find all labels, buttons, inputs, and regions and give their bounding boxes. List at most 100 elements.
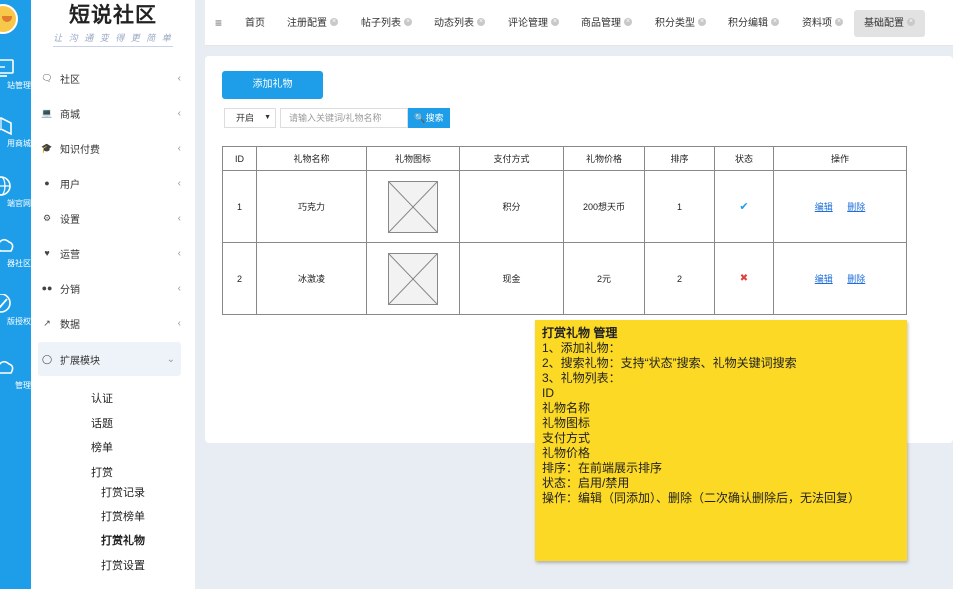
delete-link[interactable]: 删除	[847, 202, 865, 212]
edit-link[interactable]: 编辑	[815, 202, 833, 212]
close-icon[interactable]: ×	[330, 18, 338, 27]
chevron-left-icon: ‹	[177, 247, 181, 259]
sidebar-sub-item-reward-gifts[interactable]: 打赏礼物	[101, 532, 145, 548]
close-icon[interactable]: ×	[477, 18, 485, 27]
rail-item-label: 站管理	[7, 81, 31, 90]
sidebar-item-label: 社区	[60, 74, 80, 86]
search-button[interactable]: 🔍搜索	[408, 108, 450, 128]
close-icon[interactable]: ×	[907, 18, 915, 27]
tab-feed-list[interactable]: 动态列表 ×	[434, 10, 485, 37]
monitor-icon	[0, 59, 14, 77]
check-icon[interactable]: ✔	[739, 201, 748, 213]
search-icon: 🔍	[414, 113, 426, 123]
sidebar-sub-item-reward-ranking[interactable]: 打赏榜单	[101, 508, 145, 524]
rail-item-manage[interactable]: 管理	[0, 358, 31, 391]
note-line: 1、添加礼物：	[542, 341, 621, 355]
sidebar-sub-item-ranking[interactable]: 榜单	[91, 439, 113, 455]
note-line: 排序：在前端展示排序	[542, 461, 663, 475]
sidebar-item-label: 用户	[60, 179, 80, 191]
logo-title: 短说社区	[69, 3, 157, 27]
sidebar-item-data[interactable]: ↗ 数据 ‹	[39, 306, 181, 340]
sidebar-item-users[interactable]: ● 用户 ‹	[39, 166, 181, 200]
logo[interactable]: 短说社区 让 沟 通 变 得 更 简 单	[31, 2, 195, 54]
tab-post-list[interactable]: 帖子列表 ×	[361, 10, 412, 37]
status-select[interactable]: 开启 ▼	[224, 108, 276, 128]
rail-item-website[interactable]: 端官网	[0, 176, 31, 209]
sidebar-item-extensions[interactable]: ◯ 扩展模块 ⌄	[38, 342, 181, 376]
column-header: 排序	[644, 146, 715, 171]
sidebar-sub-item-reward-settings[interactable]: 打赏设置	[101, 557, 145, 573]
sidebar-sub-item-verify[interactable]: 认证	[91, 390, 113, 406]
sidebar-item-distribution[interactable]: ●● 分销 ‹	[39, 271, 181, 305]
sidebar-sub-item-topic[interactable]: 话题	[91, 415, 113, 431]
note-line: 3、礼物列表：	[542, 371, 621, 385]
menu-toggle-icon[interactable]: ≡	[215, 16, 222, 30]
logo-subtitle: 让 沟 通 变 得 更 简 单	[53, 31, 173, 47]
sidebar-sub-item-reward[interactable]: 打赏	[91, 464, 113, 480]
note-line: 礼物图标	[542, 416, 591, 430]
sidebar-item-label: 数据	[60, 319, 80, 331]
caret-down-icon: ▼	[264, 114, 271, 121]
box-icon	[0, 117, 12, 136]
annotation-note: 打赏礼物 管理 1、添加礼物： 2、搜索礼物：支持“状态”搜索、礼物关键词搜索 …	[535, 320, 907, 561]
sidebar-item-mall[interactable]: 💻 商城 ‹	[39, 96, 181, 130]
cell-status: ✔	[714, 170, 774, 243]
delete-link[interactable]: 删除	[847, 274, 865, 284]
tab-home[interactable]: 首页	[245, 10, 265, 37]
column-header: 礼物图标	[366, 146, 460, 171]
search-input[interactable]	[280, 108, 408, 128]
rail-item-label: 版授权	[7, 317, 31, 326]
sidebar-sub-item-reward-records[interactable]: 打赏记录	[101, 484, 145, 500]
cell-icon	[366, 242, 460, 315]
add-gift-button[interactable]: 添加礼物	[222, 71, 323, 99]
column-header: 礼物名称	[256, 146, 367, 171]
line-chart-icon: ↗	[43, 317, 51, 328]
edit-link[interactable]: 编辑	[815, 274, 833, 284]
close-icon[interactable]: ×	[404, 18, 412, 27]
cell-status: ✖	[714, 242, 774, 315]
tab-product-manage[interactable]: 商品管理 ×	[581, 10, 632, 37]
cross-icon[interactable]: ✖	[740, 273, 748, 284]
laptop-icon: 💻	[41, 107, 53, 118]
sidebar-item-community[interactable]: 🗨 社区 ‹	[39, 61, 181, 95]
avatar[interactable]	[0, 4, 18, 34]
tab-comment-manage[interactable]: 评论管理 ×	[508, 10, 559, 37]
close-icon[interactable]: ×	[624, 18, 632, 27]
tab-points-edit[interactable]: 积分编辑 ×	[728, 10, 779, 37]
sidebar-item-label: 设置	[60, 214, 80, 226]
puzzle-icon: ◯	[41, 353, 53, 364]
tab-points-type[interactable]: 积分类型 ×	[655, 10, 706, 37]
sidebar-item-label: 扩展模块	[60, 355, 100, 367]
sidebar-item-knowledge[interactable]: 🎓 知识付费 ‹	[39, 131, 181, 165]
note-line: ID	[542, 386, 554, 400]
rail-item-community[interactable]: 器社区	[0, 236, 31, 269]
tab-bar: ≡ 首页 注册配置 × 帖子列表 × 动态列表 × 评论管理 × 商品管理 × 积分类型 ×…	[205, 0, 953, 46]
cell-id: 2	[222, 242, 257, 315]
tab-register-config[interactable]: 注册配置 ×	[287, 10, 338, 37]
close-icon[interactable]: ×	[835, 18, 843, 27]
cell-name: 巧克力	[256, 170, 367, 243]
cell-icon	[366, 170, 460, 243]
close-icon[interactable]: ×	[551, 18, 559, 27]
cell-pay-method: 现金	[459, 242, 564, 315]
close-icon[interactable]: ×	[771, 18, 779, 27]
cloud-icon	[0, 360, 14, 374]
sidebar-item-settings[interactable]: ⚙ 设置 ‹	[39, 201, 181, 235]
rail-item-site-admin[interactable]: 站管理	[0, 58, 31, 91]
close-icon[interactable]: ×	[698, 18, 706, 27]
rail-item-license[interactable]: 版授权	[0, 294, 31, 327]
chevron-down-icon: ⌄	[166, 353, 175, 365]
column-header: 支付方式	[459, 146, 564, 171]
note-line: 支付方式	[542, 431, 591, 445]
sidebar-item-operations[interactable]: ♥ 运营 ‹	[39, 236, 181, 270]
rail-item-label: 管理	[15, 381, 31, 390]
rail-item-mall[interactable]: 用商城	[0, 116, 31, 149]
tab-profile-fields[interactable]: 资料项 ×	[802, 10, 843, 37]
chevron-left-icon: ‹	[177, 107, 181, 119]
column-header: ID	[222, 146, 257, 171]
gift-table: ID 礼物名称 礼物图标 支付方式 礼物价格 排序 状态 操作 1 巧克力 积分	[222, 146, 907, 315]
table-header-row: ID 礼物名称 礼物图标 支付方式 礼物价格 排序 状态 操作	[222, 146, 907, 171]
image-placeholder	[388, 252, 438, 305]
note-line: 2、搜索礼物：支持“状态”搜索、礼物关键词搜索	[542, 356, 797, 370]
tab-basic-config[interactable]: 基础配置 ×	[854, 10, 925, 37]
